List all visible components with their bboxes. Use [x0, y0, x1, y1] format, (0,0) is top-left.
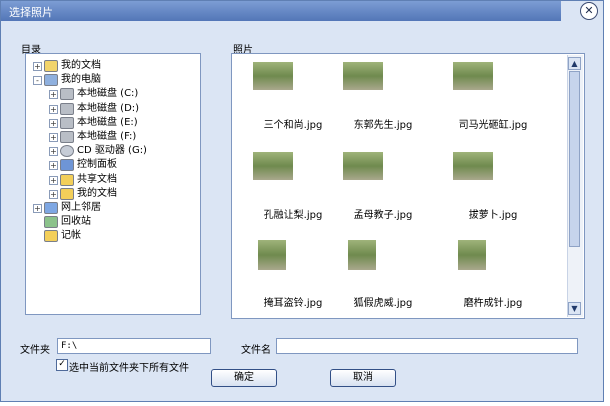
cancel-button[interactable]: 取消 — [330, 369, 396, 387]
photo-thumbnail[interactable] — [258, 240, 286, 270]
expand-toggle-icon[interactable]: + — [49, 118, 58, 128]
close-icon[interactable]: ✕ — [580, 2, 598, 20]
tree-item-label: 本地磁盘 (D:) — [77, 102, 140, 114]
photo-thumbnail[interactable] — [343, 62, 383, 90]
tree-item-label: 共享文档 — [77, 173, 117, 185]
drive-icon — [60, 102, 74, 115]
tree-item-label: 本地磁盘 (E:) — [77, 116, 138, 128]
expand-toggle-icon[interactable]: + — [49, 189, 58, 199]
expand-toggle-icon[interactable]: + — [33, 204, 42, 213]
drive-icon — [60, 88, 74, 101]
photo-filename[interactable]: 狐假虎威.jpg — [328, 294, 438, 309]
documents-icon — [44, 60, 58, 72]
control-panel-icon — [60, 159, 74, 172]
tree-item-label: 我的文档 — [77, 187, 117, 199]
include-subfolders-label: 选中当前文件夹下所有文件 — [69, 363, 189, 374]
include-subfolders-checkbox[interactable]: ✓ — [56, 359, 68, 371]
computer-icon — [44, 74, 58, 87]
tree-item-label: 回收站 — [61, 216, 91, 228]
scroll-thumb[interactable] — [569, 71, 580, 247]
photo-thumbnail[interactable] — [458, 240, 486, 270]
photo-scrollbar[interactable]: ▲ ▼ — [567, 55, 583, 317]
filename-label: 文件名 — [241, 345, 271, 356]
tree-item-label: 控制面板 — [77, 159, 117, 171]
tree-item-label: 本地磁盘 (C:) — [77, 88, 139, 100]
photo-thumbnail[interactable] — [253, 62, 293, 90]
photo-thumbnail[interactable] — [453, 62, 493, 90]
tree-item-label: 我的电脑 — [61, 74, 101, 86]
scroll-down-button[interactable]: ▼ — [568, 302, 581, 315]
folder-icon — [60, 187, 74, 200]
expand-toggle-icon[interactable]: + — [49, 147, 58, 157]
tree-item-label: 网上邻居 — [61, 202, 101, 213]
expand-toggle-icon[interactable]: + — [49, 90, 58, 100]
network-icon — [44, 202, 58, 214]
photo-thumbnail[interactable] — [453, 152, 493, 180]
folder-label: 文件夹 — [20, 345, 50, 356]
recycle-bin-icon — [44, 216, 58, 229]
folder-icon — [44, 230, 58, 243]
tree-item-label: 我的文档 — [61, 60, 101, 71]
tree-item-label: CD 驱动器 (G:) — [77, 145, 147, 157]
tree-item-label: 记帐 — [61, 230, 81, 242]
photo-filename[interactable]: 磨杵成针.jpg — [438, 294, 548, 309]
tree-item-label: 本地磁盘 (F:) — [77, 131, 137, 142]
tree-spacer — [33, 218, 40, 226]
select-photo-dialog: 选择照片 ✕ 目录 + 我的文档 - 我的电脑 + 本地磁盘 (C:) + 本地磁盘 (D:)… — [0, 0, 604, 402]
photo-thumbnail[interactable] — [343, 152, 383, 180]
photo-filename[interactable]: 拔萝卜.jpg — [438, 206, 548, 221]
photo-filename[interactable]: 司马光砸缸.jpg — [438, 116, 548, 131]
expand-toggle-icon[interactable]: + — [49, 104, 58, 114]
photo-filename[interactable]: 东郭先生.jpg — [328, 116, 438, 131]
photo-thumbnail[interactable] — [348, 240, 376, 270]
filename-field[interactable] — [276, 338, 578, 354]
expand-toggle-icon[interactable]: - — [33, 76, 42, 86]
scroll-up-button[interactable]: ▲ — [568, 57, 581, 70]
drive-icon — [60, 116, 74, 129]
expand-toggle-icon[interactable]: + — [49, 133, 58, 142]
photo-thumbnail[interactable] — [253, 152, 293, 180]
photo-filename[interactable]: 孟母教子.jpg — [328, 206, 438, 221]
cd-drive-icon — [60, 145, 74, 158]
expand-toggle-icon[interactable]: + — [49, 161, 58, 171]
photo-grid[interactable]: ▲ ▼ 三个和尚.jpg 东郭先生.jpg 司马光砸缸.jpg 孔融让梨.jpg 孟母教… — [231, 53, 585, 319]
dialog-title: 选择照片 — [9, 6, 53, 19]
expand-toggle-icon[interactable]: + — [33, 62, 42, 71]
ok-button[interactable]: 确定 — [211, 369, 277, 387]
title-bar[interactable]: 选择照片 — [1, 1, 561, 21]
drive-icon — [60, 131, 74, 143]
tree-spacer — [33, 232, 40, 240]
expand-toggle-icon[interactable]: + — [49, 175, 58, 185]
folder-field[interactable]: F:\ — [57, 338, 211, 354]
directory-tree[interactable]: + 我的文档 - 我的电脑 + 本地磁盘 (C:) + 本地磁盘 (D:) + 本地磁盘 (E:)… — [25, 53, 201, 315]
folder-icon — [60, 173, 74, 186]
